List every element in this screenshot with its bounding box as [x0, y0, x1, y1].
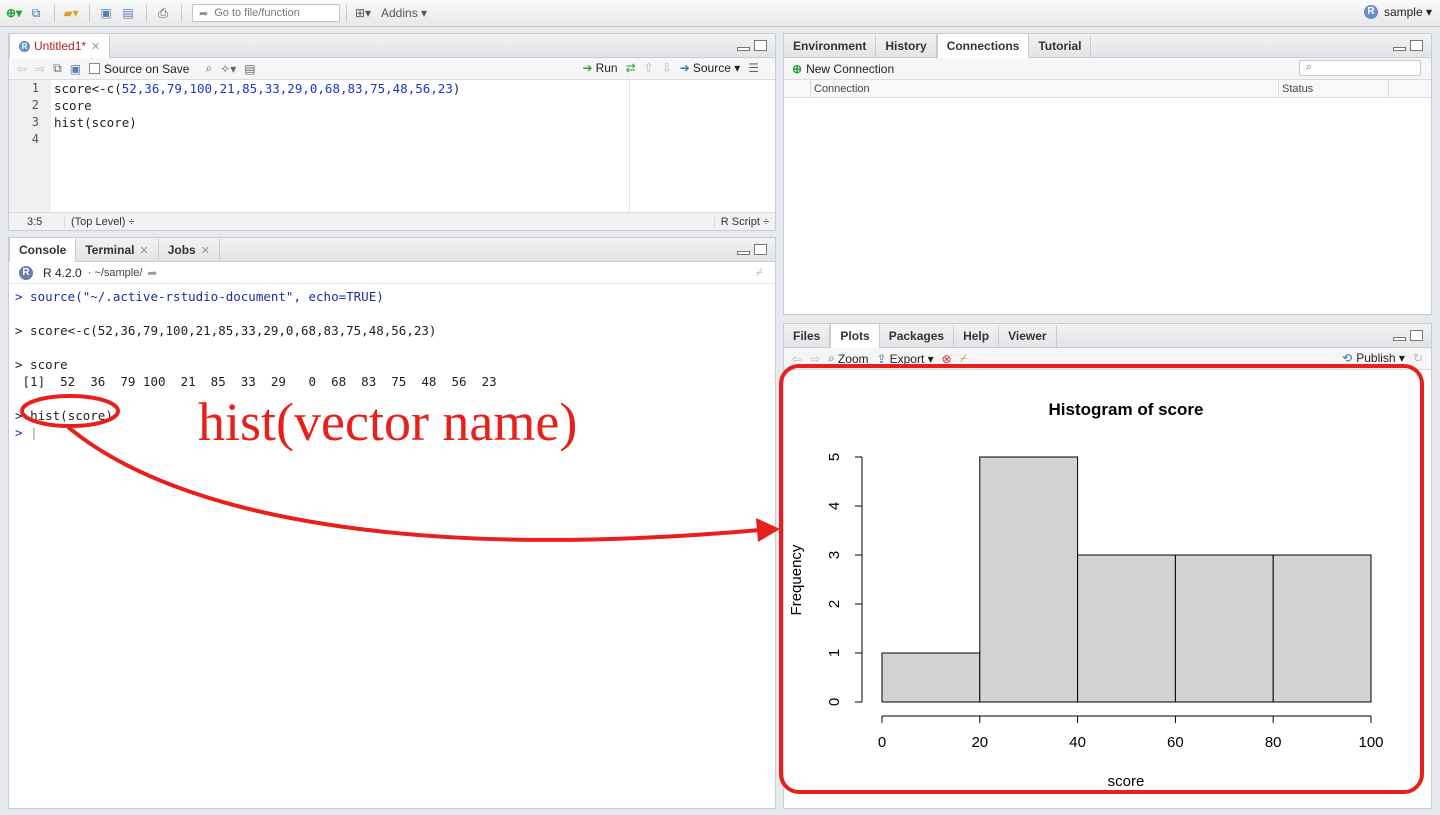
highlight-ellipse	[20, 394, 120, 428]
plot-highlight-box	[779, 364, 1424, 794]
arrowhead-icon	[756, 518, 780, 542]
annotation-overlay	[20, 364, 1424, 794]
annotation-arrow	[66, 425, 761, 542]
